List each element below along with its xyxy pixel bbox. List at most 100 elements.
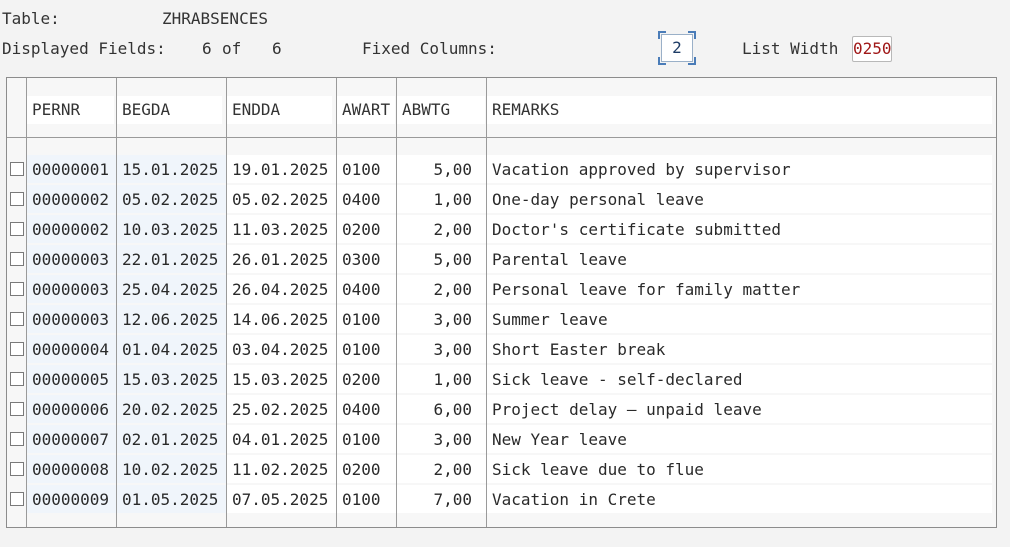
cell-endda: 15.03.2025 [227, 365, 336, 393]
column-header-awart[interactable]: AWART [337, 96, 395, 124]
cell-begda: 05.02.2025 [117, 185, 226, 213]
row-select-checkbox[interactable] [10, 162, 24, 176]
cell-endda: 25.02.2025 [227, 395, 336, 423]
cell-pernr: 00000005 [27, 365, 116, 393]
cell-remarks: Project delay – unpaid leave [487, 395, 992, 423]
cell-remarks: Parental leave [487, 245, 992, 273]
cell-pernr: 00000003 [27, 305, 116, 333]
cell-begda: 10.02.2025 [117, 455, 226, 483]
row-select-checkbox[interactable] [10, 342, 24, 356]
cell-endda: 03.04.2025 [227, 335, 336, 363]
cell-abwtg: 5,00 [397, 245, 486, 273]
cell-begda: 12.06.2025 [117, 305, 226, 333]
table-row[interactable]: 00000005 15.03.2025 15.03.2025 0200 1,00 Sick… [7, 365, 996, 395]
row-select-checkbox[interactable] [10, 192, 24, 206]
cell-pernr: 00000003 [27, 245, 116, 273]
cell-endda: 14.06.2025 [227, 305, 336, 333]
cell-abwtg: 1,00 [397, 365, 486, 393]
row-select-checkbox[interactable] [10, 492, 24, 506]
cell-abwtg: 6,00 [397, 395, 486, 423]
cell-endda: 26.04.2025 [227, 275, 336, 303]
fixed-columns-input[interactable]: 2 [658, 31, 696, 65]
cell-awart: 0400 [337, 185, 396, 213]
table-label: Table: [2, 9, 60, 28]
cell-awart: 0100 [337, 335, 396, 363]
table-row[interactable]: 00000008 10.02.2025 11.02.2025 0200 2,00 Sick… [7, 455, 996, 485]
cell-begda: 25.04.2025 [117, 275, 226, 303]
table-row[interactable]: 00000003 25.04.2025 26.04.2025 0400 2,00 Pers… [7, 275, 996, 305]
table-row[interactable]: 00000002 05.02.2025 05.02.2025 0400 1,00 One-… [7, 185, 996, 215]
table-row[interactable]: 00000004 01.04.2025 03.04.2025 0100 3,00 Shor… [7, 335, 996, 365]
row-select-checkbox[interactable] [10, 282, 24, 296]
list-width-input[interactable]: 0250 [852, 36, 892, 62]
cell-awart: 0200 [337, 455, 396, 483]
cell-abwtg: 3,00 [397, 425, 486, 453]
table-row[interactable]: 00000009 01.05.2025 07.05.2025 0100 7,00 Vaca… [7, 485, 996, 515]
total-count: 6 [272, 39, 282, 58]
table-row[interactable]: 00000002 10.03.2025 11.03.2025 0200 2,00 Doct… [7, 215, 996, 245]
row-select-checkbox[interactable] [10, 402, 24, 416]
cell-abwtg: 2,00 [397, 275, 486, 303]
table-row[interactable]: 00000006 20.02.2025 25.02.2025 0400 6,00 Proj… [7, 395, 996, 425]
row-select-checkbox[interactable] [10, 252, 24, 266]
row-select-checkbox[interactable] [10, 432, 24, 446]
cell-endda: 11.02.2025 [227, 455, 336, 483]
row-select-checkbox[interactable] [10, 462, 24, 476]
displayed-fields-label: Displayed Fields: [2, 39, 166, 58]
column-header-remarks[interactable]: REMARKS [487, 96, 992, 124]
cell-endda: 19.01.2025 [227, 155, 336, 183]
cell-abwtg: 7,00 [397, 485, 486, 513]
column-header-abwtg[interactable]: ABWTG [397, 96, 485, 124]
table-name: ZHRABSENCES [162, 9, 268, 28]
cell-remarks: Sick leave due to flue [487, 455, 992, 483]
data-table: PERNR BEGDA ENDDA AWART ABWTG REMARKS 00… [6, 77, 997, 528]
cell-begda: 15.03.2025 [117, 365, 226, 393]
cell-begda: 01.05.2025 [117, 485, 226, 513]
cell-remarks: Sick leave - self-declared [487, 365, 992, 393]
row-select-checkbox[interactable] [10, 372, 24, 386]
table-row[interactable]: 00000001 15.01.2025 19.01.2025 0100 5,00 Vaca… [7, 155, 996, 185]
cell-awart: 0300 [337, 245, 396, 273]
column-header-endda[interactable]: ENDDA [227, 96, 332, 124]
of-label: of [222, 39, 242, 58]
cell-remarks: Vacation in Crete [487, 485, 992, 513]
fixed-columns-label: Fixed Columns: [362, 39, 497, 58]
cell-awart: 0100 [337, 305, 396, 333]
fixed-columns-value: 2 [672, 38, 682, 57]
cell-awart: 0200 [337, 365, 396, 393]
cell-pernr: 00000004 [27, 335, 116, 363]
table-row[interactable]: 00000007 02.01.2025 04.01.2025 0100 3,00 New … [7, 425, 996, 455]
cell-endda: 26.01.2025 [227, 245, 336, 273]
table-row[interactable]: 00000003 22.01.2025 26.01.2025 0300 5,00 Pare… [7, 245, 996, 275]
cell-pernr: 00000007 [27, 425, 116, 453]
cell-remarks: New Year leave [487, 425, 992, 453]
cell-begda: 15.01.2025 [117, 155, 226, 183]
cell-abwtg: 1,00 [397, 185, 486, 213]
cell-pernr: 00000006 [27, 395, 116, 423]
cell-endda: 11.03.2025 [227, 215, 336, 243]
cell-pernr: 00000003 [27, 275, 116, 303]
cell-pernr: 00000008 [27, 455, 116, 483]
cell-pernr: 00000002 [27, 215, 116, 243]
cell-awart: 0200 [337, 215, 396, 243]
cell-awart: 0100 [337, 425, 396, 453]
table-row[interactable]: 00000003 12.06.2025 14.06.2025 0100 3,00 Summ… [7, 305, 996, 335]
column-header-begda[interactable]: BEGDA [117, 96, 222, 124]
cell-remarks: Doctor's certificate submitted [487, 215, 992, 243]
cell-remarks: Vacation approved by supervisor [487, 155, 992, 183]
cell-endda: 04.01.2025 [227, 425, 336, 453]
cell-begda: 01.04.2025 [117, 335, 226, 363]
cell-abwtg: 5,00 [397, 155, 486, 183]
cell-begda: 20.02.2025 [117, 395, 226, 423]
cell-begda: 02.01.2025 [117, 425, 226, 453]
cell-abwtg: 2,00 [397, 215, 486, 243]
column-header-pernr[interactable]: PERNR [27, 96, 114, 124]
cell-remarks: One-day personal leave [487, 185, 992, 213]
row-select-checkbox[interactable] [10, 222, 24, 236]
row-select-checkbox[interactable] [10, 312, 24, 326]
cell-endda: 07.05.2025 [227, 485, 336, 513]
list-width-label: List Width [742, 39, 839, 58]
cell-begda: 10.03.2025 [117, 215, 226, 243]
cell-remarks: Short Easter break [487, 335, 992, 363]
cell-awart: 0100 [337, 155, 396, 183]
